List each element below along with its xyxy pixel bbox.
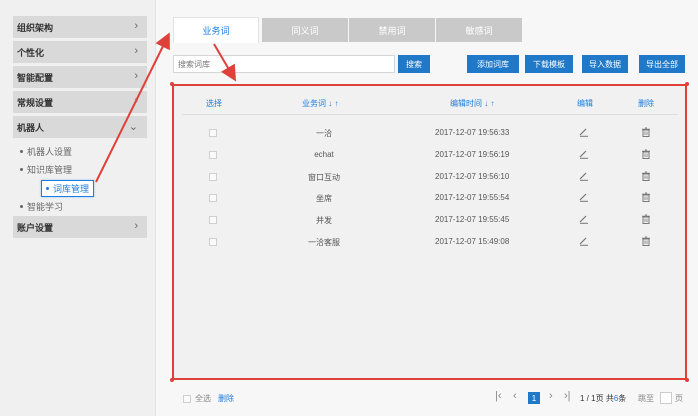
export-all-button[interactable]: 导出全部 [639, 55, 685, 73]
tab-business-words[interactable]: 业务词 [173, 17, 259, 43]
bulk-delete-link[interactable]: 删除 [218, 393, 234, 404]
prev-page-icon[interactable]: ‹ [513, 390, 517, 402]
header-delete: 删除 [638, 99, 654, 108]
first-page-icon[interactable]: |‹ [495, 390, 502, 402]
annotation-corner [685, 82, 689, 86]
annotation-corner [170, 82, 174, 86]
header-edit: 编辑 [577, 99, 593, 108]
search-input[interactable] [173, 55, 395, 73]
word-cell: 窗口互动 [308, 173, 340, 182]
edit-icon[interactable] [579, 236, 589, 246]
time-cell: 2017-12-07 19:56:33 [435, 128, 510, 137]
row-checkbox[interactable] [209, 194, 217, 202]
header-word[interactable]: 业务词 ↓ ↑ [302, 98, 338, 109]
word-cell: 一洽客服 [308, 238, 340, 247]
edit-icon[interactable] [579, 214, 589, 224]
row-checkbox[interactable] [209, 151, 217, 159]
time-cell: 2017-12-07 19:55:45 [435, 215, 510, 224]
sidebar-item-robot-settings[interactable]: 机器人设置 [20, 145, 72, 158]
row-checkbox[interactable] [209, 216, 217, 224]
time-cell: 2017-12-07 19:55:54 [435, 193, 510, 202]
header-divider [182, 114, 678, 115]
chevron-right-icon: › [134, 220, 138, 232]
select-all-label: 全选 [195, 394, 211, 403]
header-select: 选择 [206, 99, 222, 108]
edit-icon[interactable] [579, 127, 589, 137]
row-checkbox[interactable] [209, 173, 217, 181]
sidebar-item-smart-learning[interactable]: 智能学习 [20, 200, 63, 213]
sidebar-item-knowledge[interactable]: 知识库管理 [20, 163, 72, 176]
trash-icon[interactable] [641, 192, 651, 202]
time-cell: 2017-12-07 15:49:08 [435, 237, 510, 246]
word-cell: 并发 [316, 216, 332, 225]
chevron-right-icon: › [134, 20, 138, 32]
chevron-right-icon: › [134, 95, 138, 107]
search-button[interactable]: 搜索 [398, 55, 430, 73]
annotation-corner [170, 378, 174, 382]
word-cell: echat [314, 150, 334, 159]
sidebar-group-org[interactable]: 组织架构 › [13, 16, 147, 38]
sidebar-group-personalize[interactable]: 个性化 › [13, 41, 147, 63]
sidebar-group-smart-config[interactable]: 智能配置 › [13, 66, 147, 88]
word-cell: 坐席 [316, 194, 332, 203]
chevron-right-icon: › [134, 70, 138, 82]
chevron-down-icon: ⌄ [128, 121, 138, 133]
trash-icon[interactable] [641, 171, 651, 181]
page-number-button[interactable]: 1 [528, 392, 540, 404]
sidebar-group-general[interactable]: 常规设置 › [13, 91, 147, 113]
jump-page-input[interactable] [660, 392, 672, 404]
row-checkbox[interactable] [209, 238, 217, 246]
jump-label: 跳至 [638, 394, 654, 403]
edit-icon[interactable] [579, 192, 589, 202]
download-template-button[interactable]: 下载模板 [525, 55, 573, 73]
word-table-panel [172, 84, 687, 380]
sidebar-group-robot[interactable]: 机器人 ⌄ [13, 116, 147, 138]
trash-icon[interactable] [641, 214, 651, 224]
tab-sensitive-words[interactable]: 敏感词 [436, 18, 522, 42]
tab-synonyms[interactable]: 同义词 [262, 18, 348, 42]
trash-icon[interactable] [641, 236, 651, 246]
sidebar-item-lexicon[interactable]: 词库管理 [41, 180, 95, 197]
word-cell: 一洽 [316, 129, 332, 138]
header-edit-time[interactable]: 编辑时间 ↓ ↑ [450, 98, 494, 109]
tab-banned-words[interactable]: 禁用词 [349, 18, 435, 42]
edit-icon[interactable] [579, 171, 589, 181]
sidebar-group-account[interactable]: 账户设置 › [13, 216, 147, 238]
trash-icon[interactable] [641, 127, 651, 137]
row-checkbox[interactable] [209, 129, 217, 137]
last-page-icon[interactable]: ›| [564, 390, 571, 402]
import-data-button[interactable]: 导入数据 [582, 55, 628, 73]
select-all-checkbox[interactable] [183, 395, 191, 403]
chevron-right-icon: › [134, 45, 138, 57]
time-cell: 2017-12-07 19:56:19 [435, 150, 510, 159]
trash-icon[interactable] [641, 149, 651, 159]
edit-icon[interactable] [579, 149, 589, 159]
sidebar: 组织架构 › 个性化 › 智能配置 › 常规设置 › 机器人 ⌄ 机器人设置 知识库管理 … [0, 0, 156, 416]
add-lexicon-button[interactable]: 添加词库 [467, 55, 519, 73]
next-page-icon[interactable]: › [549, 390, 553, 402]
page-info: 1 / 1页 共6条 [580, 394, 627, 403]
jump-page-suffix: 页 [675, 394, 683, 403]
time-cell: 2017-12-07 19:56:10 [435, 172, 510, 181]
annotation-corner [685, 378, 689, 382]
